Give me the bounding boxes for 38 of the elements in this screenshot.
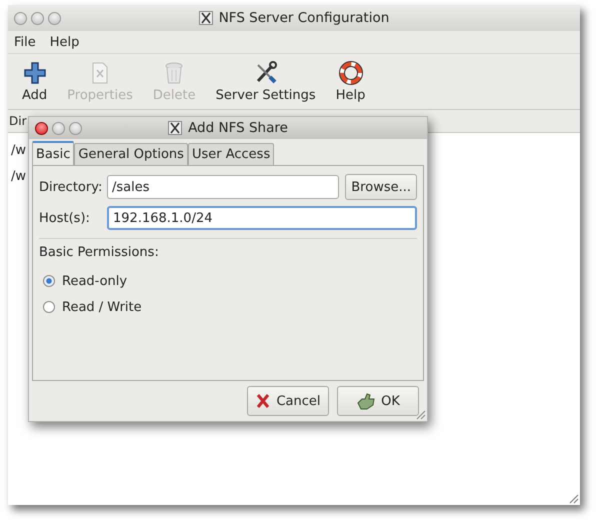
toolbar-button[interactable]: Server Settings (208, 58, 324, 104)
minimize-button[interactable] (31, 12, 44, 24)
hand-icon (356, 392, 376, 410)
field-label: Host(s): (39, 210, 91, 226)
dialog-title: Add NFS Share (188, 120, 288, 136)
browse-button[interactable]: Browse... (345, 174, 417, 200)
menu-item[interactable]: File (14, 34, 36, 50)
table-cell: /w (11, 142, 26, 158)
radio-label[interactable]: Read / Write (62, 300, 142, 314)
close-button[interactable] (35, 122, 48, 134)
tab[interactable]: Basic (32, 141, 74, 165)
toolbar-button[interactable]: Add (14, 58, 56, 104)
tab[interactable]: User Access (188, 143, 274, 165)
column-header[interactable]: Dir (9, 114, 27, 128)
minimize-button[interactable] (52, 122, 65, 134)
tab[interactable]: General Options (74, 143, 188, 165)
table-cell: /w (11, 168, 26, 184)
radio-label[interactable]: Read-only (62, 274, 128, 288)
hosts-field[interactable]: 192.168.1.0/24 (107, 206, 417, 230)
toolbar-button[interactable]: Help (328, 58, 374, 104)
maximize-button[interactable] (48, 12, 61, 24)
radio-button[interactable] (43, 275, 55, 287)
plus-icon (22, 60, 47, 84)
cancel-button[interactable]: Cancel (247, 386, 329, 416)
field-label: Directory: (39, 180, 101, 194)
radio-button[interactable] (43, 301, 55, 313)
ok-button[interactable]: OK (337, 386, 419, 416)
lifebuoy-icon (338, 60, 362, 84)
close-icon (255, 393, 272, 409)
resize-grip-icon[interactable] (567, 492, 579, 504)
directory-field[interactable]: /sales (107, 175, 340, 199)
app-icon (198, 11, 213, 25)
resize-grip-icon[interactable] (414, 408, 426, 420)
window-title: NFS Server Configuration (218, 10, 390, 26)
menu-item[interactable]: Help (50, 34, 80, 50)
maximize-button[interactable] (69, 122, 82, 134)
section-label: Basic Permissions: (39, 245, 160, 260)
app-icon (168, 121, 182, 135)
